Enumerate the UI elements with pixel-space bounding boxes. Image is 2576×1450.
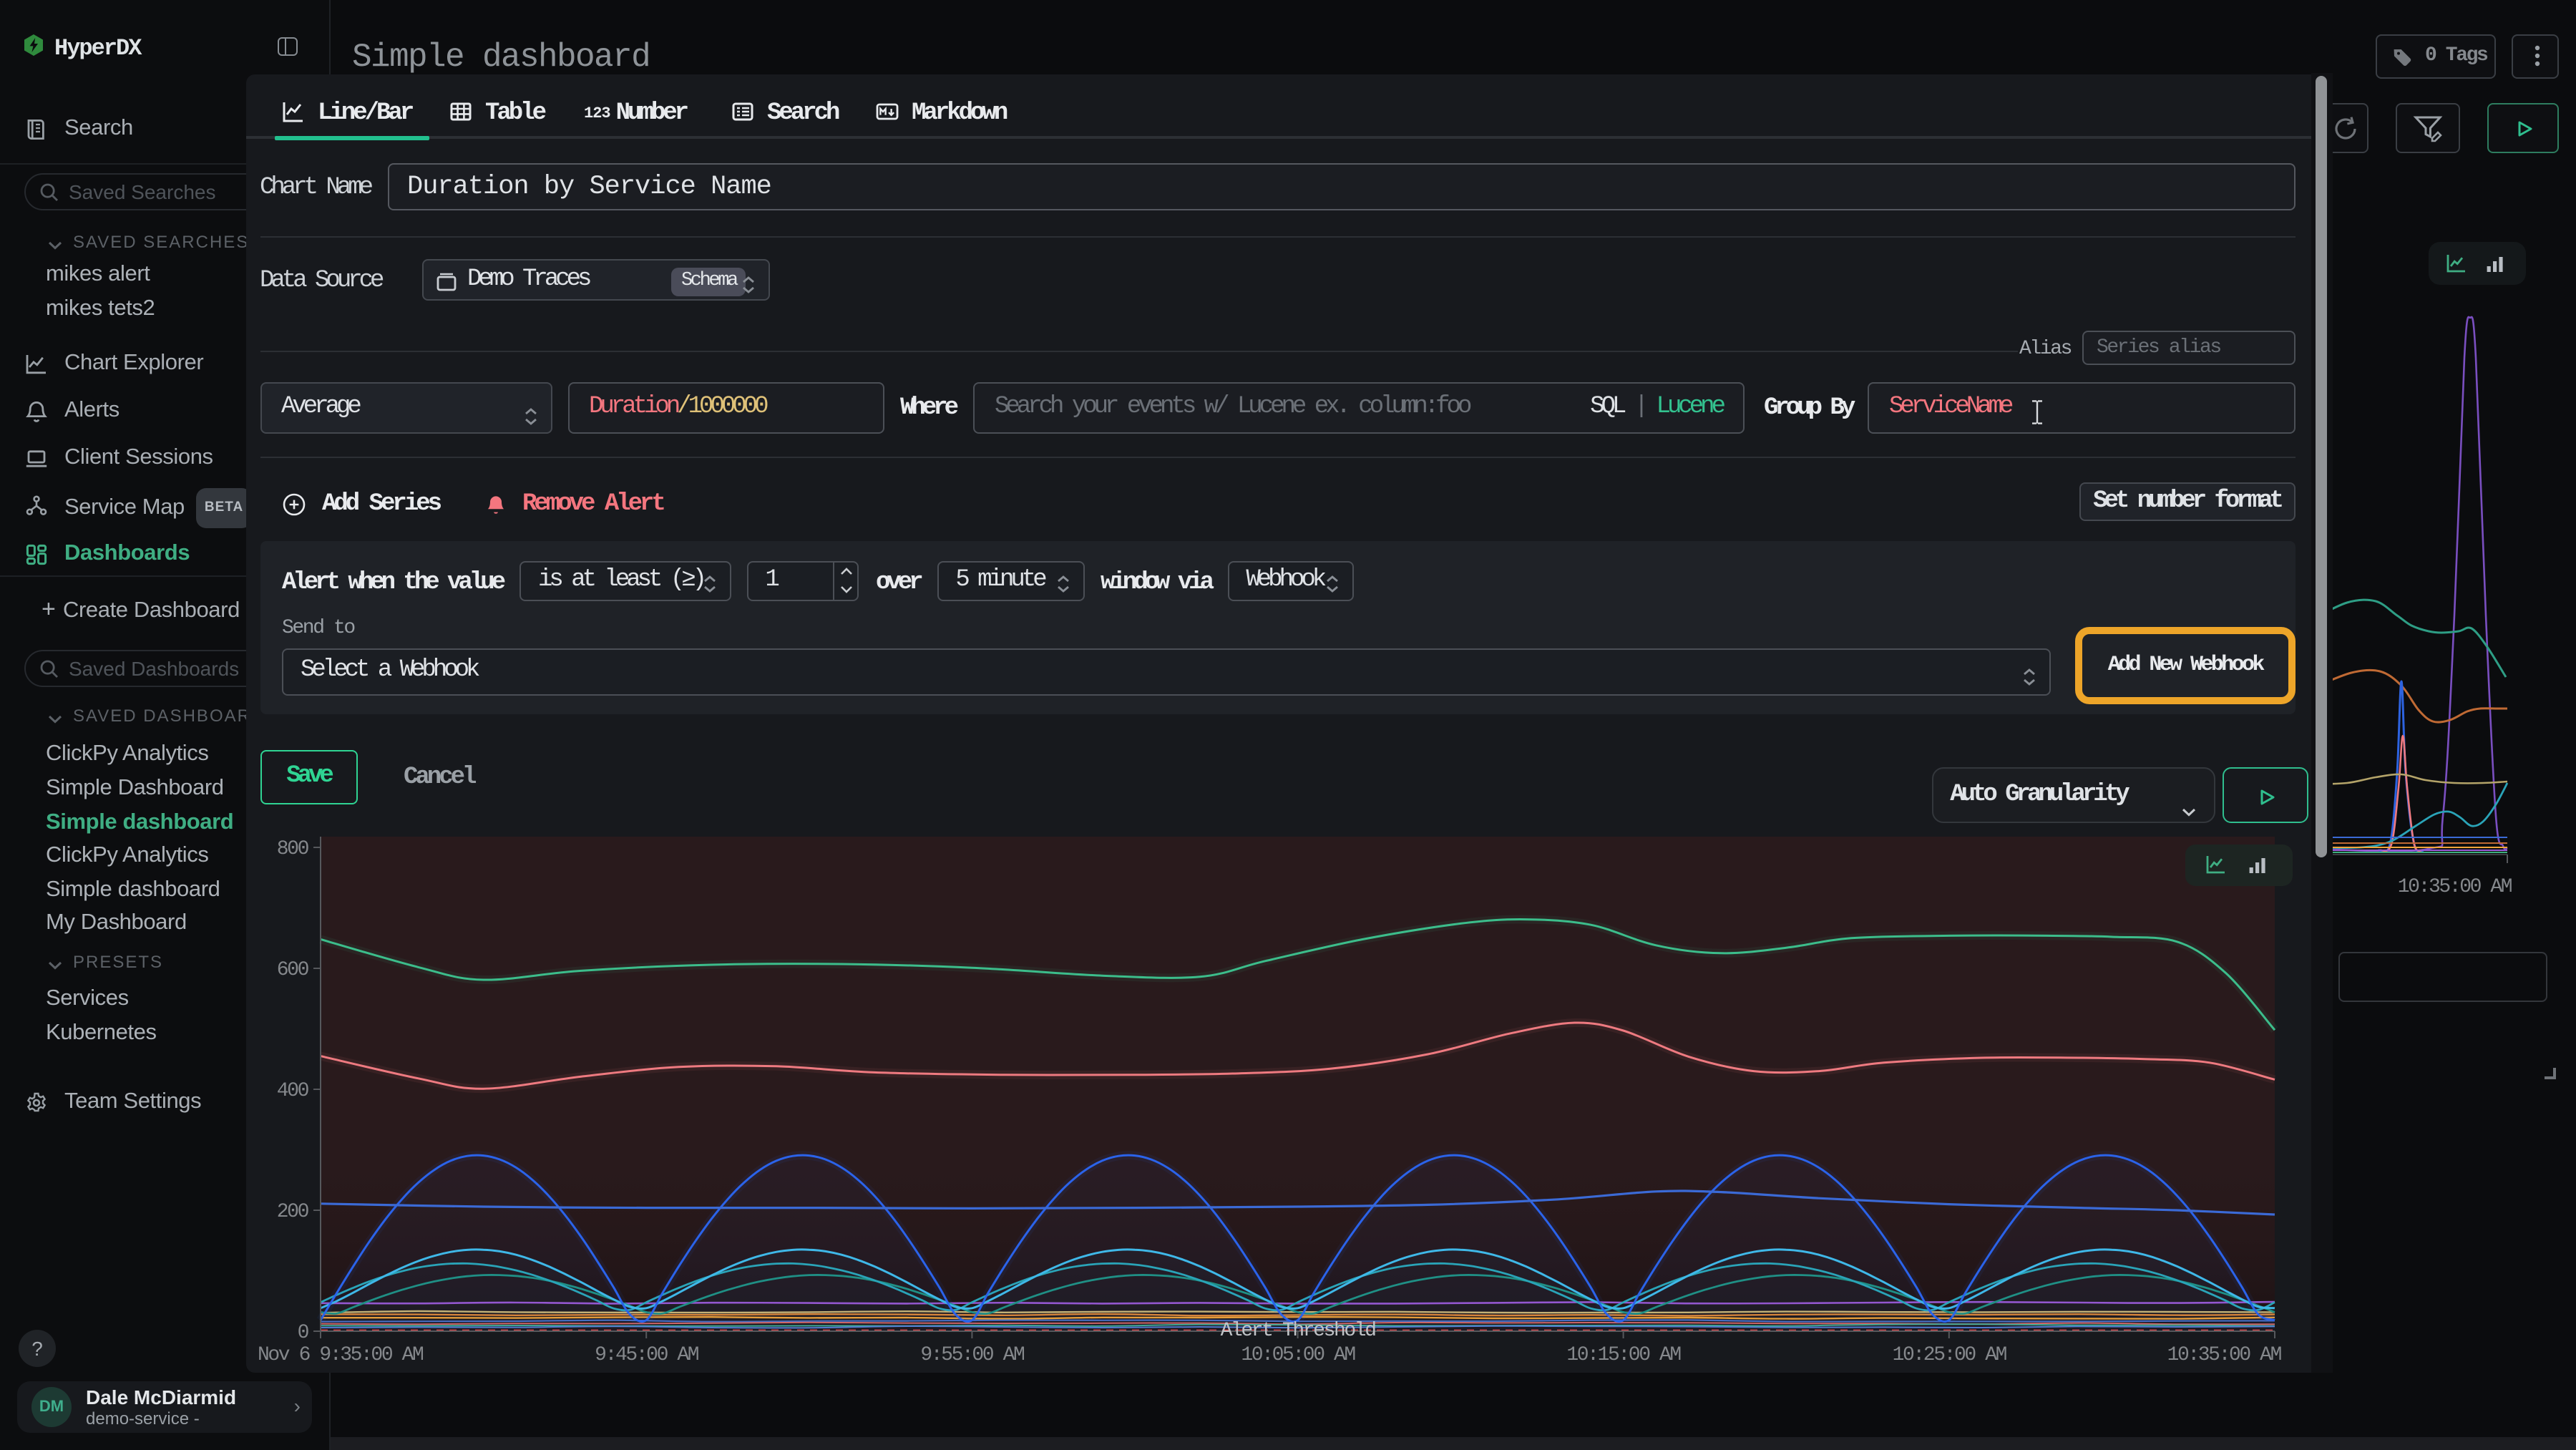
svg-text:9:45:00 AM: 9:45:00 AM	[595, 1344, 699, 1366]
svg-text:0: 0	[298, 1322, 309, 1344]
svg-text:10:25:00 AM: 10:25:00 AM	[1893, 1344, 2007, 1366]
svg-text:Nov 6 9:35:00 AM: Nov 6 9:35:00 AM	[258, 1344, 424, 1366]
svg-text:Alert Threshold: Alert Threshold	[1221, 1320, 1376, 1342]
svg-text:10:35:00 AM: 10:35:00 AM	[2167, 1344, 2282, 1366]
svg-text:10:15:00 AM: 10:15:00 AM	[1566, 1344, 1681, 1366]
svg-text:10:05:00 AM: 10:05:00 AM	[1241, 1344, 1355, 1366]
svg-text:600: 600	[277, 959, 309, 981]
svg-text:800: 800	[277, 838, 309, 860]
svg-text:200: 200	[277, 1201, 309, 1223]
svg-text:400: 400	[277, 1080, 309, 1102]
svg-text:9:55:00 AM: 9:55:00 AM	[920, 1344, 1025, 1366]
